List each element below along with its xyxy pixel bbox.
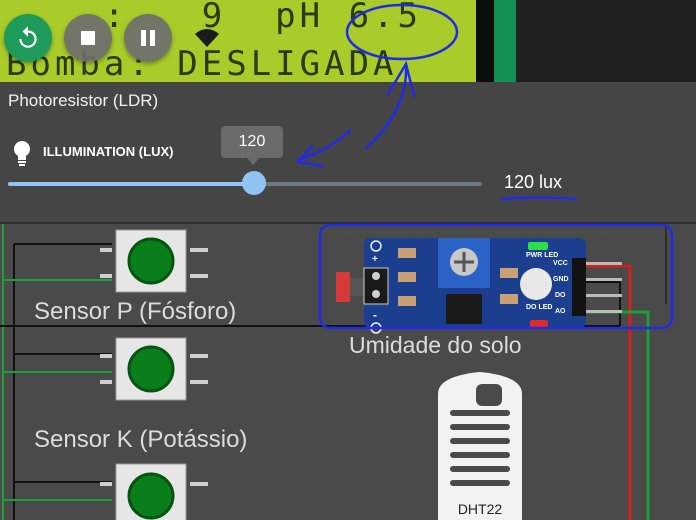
pause-button[interactable] [124,14,172,62]
circuit-wiring [0,224,667,520]
pause-icon [141,30,155,46]
pin-vcc-label: VCC [553,260,568,267]
do-led-label: DO LED [526,304,553,311]
illumination-label: ILLUMINATION (LUX) [43,144,174,159]
soil-moisture-label: Umidade do solo [349,332,522,358]
pin-plus-label: + [372,254,378,265]
circuit-canvas[interactable]: + - PWR LED DO LED VCC GND DO AO Sensor … [0,222,696,520]
soil-moisture-module[interactable] [333,233,625,334]
sensor-p-label: Sensor P (Fósforo) [34,298,237,325]
dht22-label: DHT22 [457,501,503,517]
slider-thumb[interactable] [242,171,267,195]
lcd-area: : 9 pH 6.5 Bomba: DESLIGADA [0,0,696,82]
stop-button[interactable] [64,14,112,62]
stop-icon [81,31,95,45]
illumination-slider[interactable] [8,171,482,195]
pin-do-label: DO [555,292,566,299]
pin-gnd-label: GND [553,276,569,283]
slider-value-tooltip: 120 [221,126,283,165]
restart-icon [19,26,37,48]
lux-value: 120 lux [504,172,563,192]
pushbutton-k[interactable] [100,337,208,401]
lightbulb-icon [14,141,30,166]
pushbutton-p[interactable] [100,229,208,293]
panel-title: Photoresistor (LDR) [8,91,159,110]
lcd-line-2: Bomba: DESLIGADA [6,44,398,82]
wifi-icon [195,29,219,47]
pin-minus-label: - [373,308,377,322]
sensor-k-label: Sensor K (Potássio) [34,426,248,453]
slider-fill [8,182,255,186]
lcd-bezel [476,0,494,82]
pwr-led-label: PWR LED [526,252,559,259]
photoresistor-panel: Photoresistor (LDR) ILLUMINATION (LUX) 1… [0,82,696,222]
dht22-sensor[interactable] [438,372,522,520]
pushbutton-3[interactable] [100,463,208,520]
restart-button[interactable] [4,14,52,62]
pin-ao-label: AO [555,308,566,315]
lcd-board-edge [494,0,516,82]
